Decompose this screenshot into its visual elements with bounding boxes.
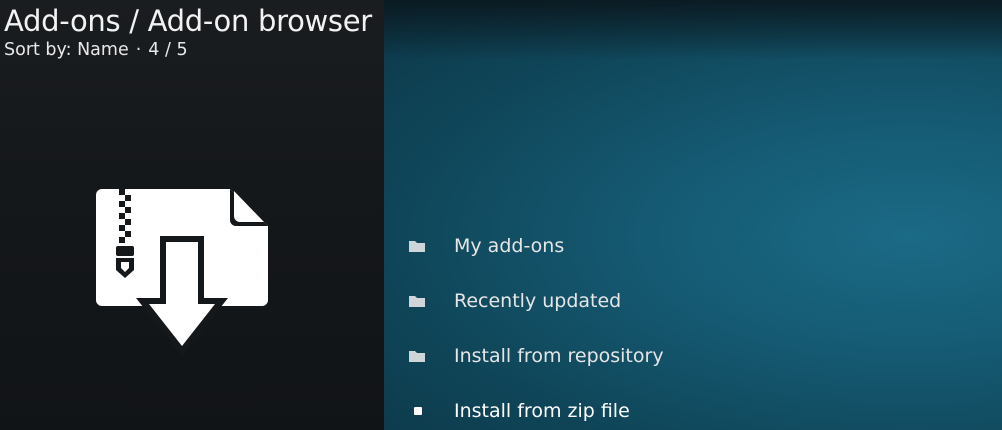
square-bullet-icon bbox=[408, 401, 438, 421]
folder-icon bbox=[408, 291, 438, 311]
menu-item-label: Install from zip file bbox=[454, 399, 630, 422]
addon-browser-screen: Add-ons / Add-on browser Sort by: Name · 4… bbox=[0, 0, 1002, 430]
menu-item-label: My add-ons bbox=[454, 234, 565, 257]
separator-dot: · bbox=[135, 40, 142, 60]
menu-item-install-from-repository[interactable]: Install from repository bbox=[400, 328, 664, 383]
menu-item-label: Install from repository bbox=[454, 344, 664, 367]
sort-info: Sort by: Name · 4 / 5 bbox=[4, 40, 372, 60]
menu-item-install-from-zip[interactable]: Install from zip file bbox=[400, 383, 664, 430]
addon-menu: My add-ons Recently updated Install from… bbox=[400, 218, 664, 430]
menu-item-recently-updated[interactable]: Recently updated bbox=[400, 273, 664, 328]
header: Add-ons / Add-on browser Sort by: Name · 4… bbox=[4, 2, 372, 60]
sort-label: Sort by: Name bbox=[4, 40, 129, 60]
menu-item-label: Recently updated bbox=[454, 289, 622, 312]
menu-item-my-addons[interactable]: My add-ons bbox=[400, 218, 664, 273]
folder-icon bbox=[408, 236, 438, 256]
zip-install-icon bbox=[94, 186, 270, 360]
item-position: 4 / 5 bbox=[148, 40, 188, 60]
folder-icon bbox=[408, 346, 438, 366]
page-title: Add-ons / Add-on browser bbox=[4, 4, 372, 38]
